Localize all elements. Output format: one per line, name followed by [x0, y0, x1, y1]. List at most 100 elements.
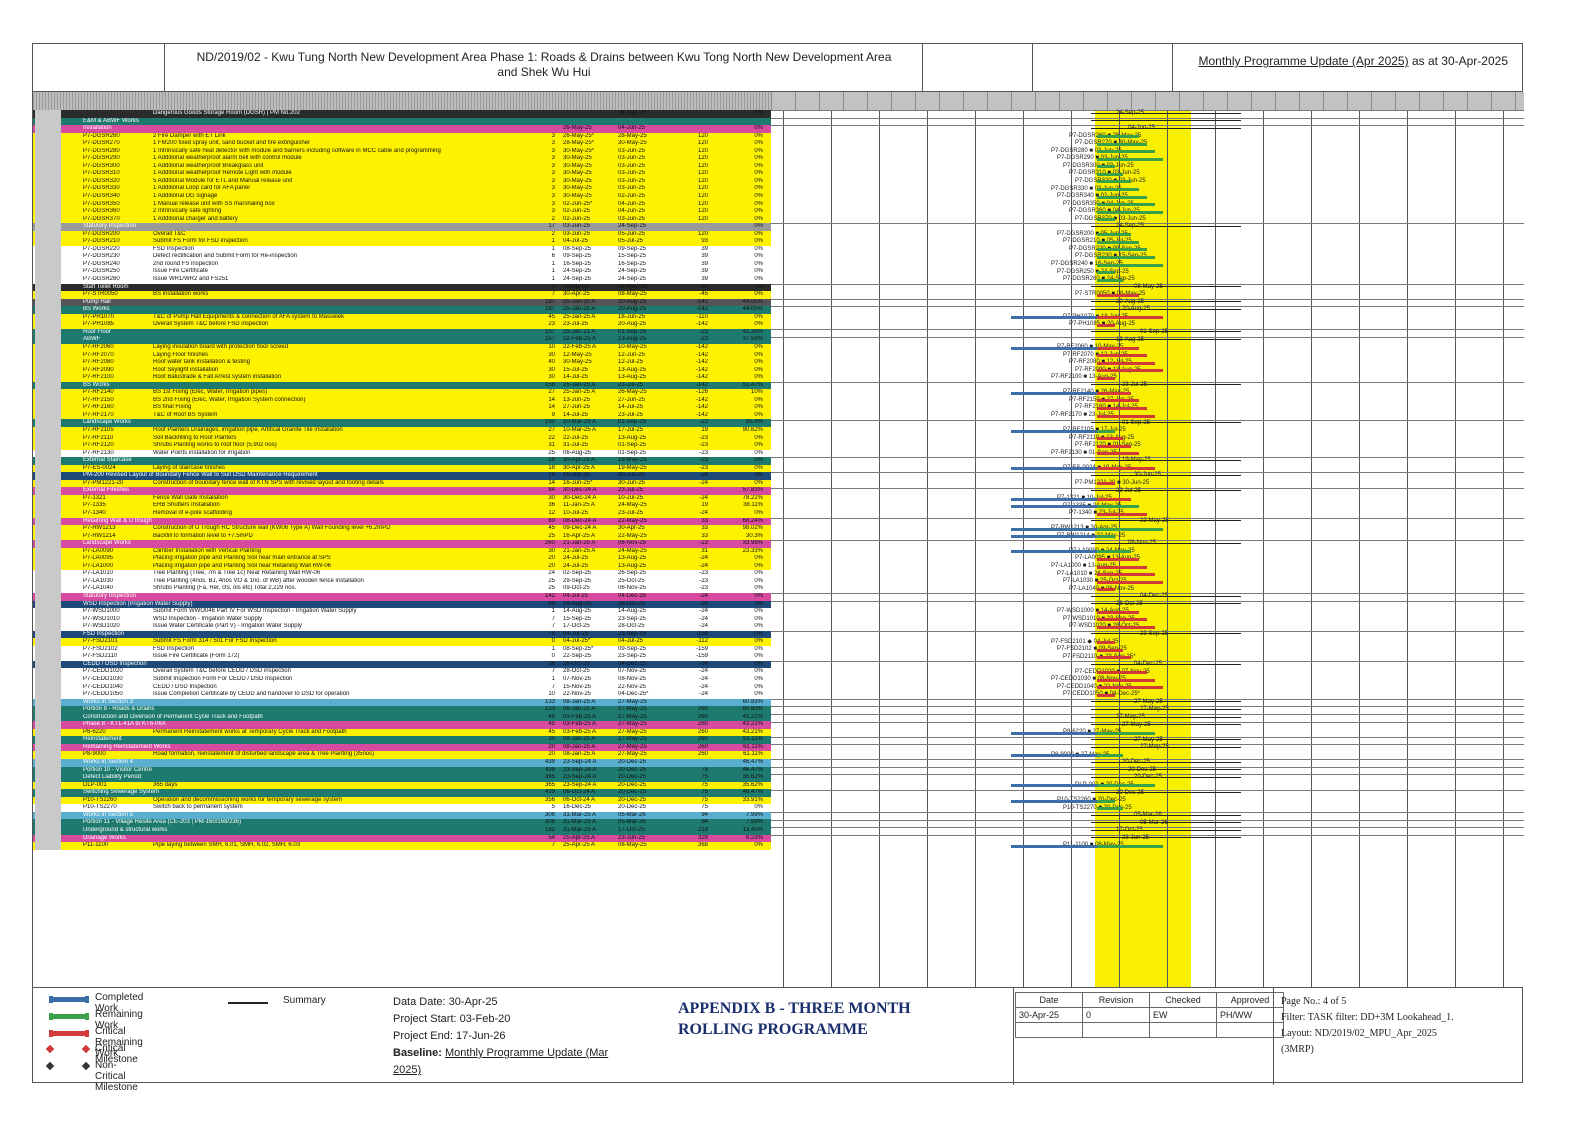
table-row[interactable]: P7-DGSR260 Issue WR1/WR2 and FS251 1 24-Sep…: [33, 276, 771, 284]
table-row[interactable]: P7-RF2140 BS 1st Fixing (Elec, Water, Irr…: [33, 389, 771, 397]
wbs-group-row[interactable]: External Staircase 18 30-Apr-25 A 19-May-25…: [33, 457, 771, 465]
wbs-group-row[interactable]: Landscape Works 150 10-Mar-25 A 01-Sep-25 -2…: [33, 419, 771, 427]
table-row[interactable]: P7-DGSR310 1 Additional weatherproof Remo…: [33, 170, 771, 178]
table-row[interactable]: P7-CEDD1050 Issue Completion Certificate …: [33, 691, 771, 699]
table-row[interactable]: P7-RF2060 Laying insulation board with pr…: [33, 343, 771, 352]
table-row[interactable]: P7-DGSR260 2 Fire Damper with ET Link 3 26-…: [33, 132, 771, 141]
table-row[interactable]: P7-WSD1010 WSD Inspection - Irrigation Wa…: [33, 615, 771, 624]
table-row[interactable]: P7-RF2110 Soil Backfilling to Roof Plante…: [33, 434, 771, 443]
update-link[interactable]: Monthly Programme Update (Apr 2025): [1199, 54, 1409, 68]
table-row[interactable]: P7-LA0095 Placing irrigation pipe and Pla…: [33, 555, 771, 563]
wbs-group-row[interactable]: CEDD / DSD Inspection 36 28-Oct-25 04-Dec-2…: [33, 660, 771, 669]
table-row[interactable]: P7-RW1214 Backfill to formation level to …: [33, 532, 771, 541]
table-row[interactable]: P7-FSD2101 Submit FS Form 314 / 501 For F…: [33, 638, 771, 646]
wbs-group-row[interactable]: Statutory Inspection 17 03-Jun-25 24-Sep-25…: [33, 223, 771, 231]
wbs-group-row[interactable]: FSD Inspection 78 04-Jul-25 23-Sep-25 -159 0%: [33, 630, 771, 639]
table-row[interactable]: P7-RF2105 Roof Planters Drainages, irriga…: [33, 426, 771, 435]
table-row[interactable]: P7-RF2090 Roof Skylight installation 30 15-…: [33, 366, 771, 375]
wbs-group-row[interactable]: Construction and Diversion of Permanent …: [33, 713, 771, 722]
table-row[interactable]: P7-LA1000 Placing irrigation pipe and Pla…: [33, 562, 771, 571]
table-row[interactable]: P7-DGSR240 2nd round FS inspection 1 16-Sep…: [33, 260, 771, 269]
wbs-group-row[interactable]: Reinstatement 20 08-Jan-25 A 27-May-25 260 61…: [33, 736, 771, 744]
table-row[interactable]: P7-FSD2102 FSD Inspection 1 08-Sep-25* 09-Se…: [33, 645, 771, 654]
table-row[interactable]: P8-6220 Permanent Reinstatement works at …: [33, 728, 771, 737]
table-row[interactable]: P7-1321 Fence Wall Gate Installation 30 30-…: [33, 494, 771, 503]
table-row[interactable]: P7-RF2160 BS final Fixing 14 27-Jun-25 14-Ju…: [33, 404, 771, 412]
table-row[interactable]: P7-DGSR270 1 FM200 fixed spray unit, sand…: [33, 140, 771, 148]
table-row[interactable]: P7-RF2070 Laying Floor finishes 30 12-May-2…: [33, 351, 771, 360]
wbs-group-row[interactable]: BS Works 158 25-Jan-25 A 23-Jul-25 -142 51.47…: [33, 381, 771, 390]
wbs-group-row[interactable]: Switching Sewerage System 439 06-Oct-24 A 2…: [33, 789, 771, 797]
wbs-group-row[interactable]: Drainage Works 54 25-Apr-25 A 23-Jun-25 328 8…: [33, 834, 771, 843]
wbs-group-row[interactable]: Landscape Works 260 21-Jan-25 A 06-Nov-25 -2…: [33, 540, 771, 548]
table-row[interactable]: P7-DGSR350 1 Manual release unit with SS …: [33, 200, 771, 209]
table-row[interactable]: P10-TS2260 Operation and decommissioning …: [33, 796, 771, 805]
wbs-group-row[interactable]: Installation 26-May-25 04-Jun-25 0%: [33, 125, 771, 133]
wbs-group-row[interactable]: Portion 11 - Village Resite Area (CE-203…: [33, 819, 771, 827]
table-row[interactable]: P10-TS2270 Switch back to permanent syste…: [33, 804, 771, 812]
table-row[interactable]: P7-PM1221-20 Construction of boundary fen…: [33, 479, 771, 488]
wbs-group-row[interactable]: Works in Section 4 439 23-Sep-24 A 20-Dec-2…: [33, 759, 771, 767]
wbs-group-row[interactable]: WSD Inspection (Irrigation Water Supply)…: [33, 600, 771, 609]
wbs-group-row[interactable]: Staff Toilet Room 7 30-Apr-25 08-May-25 -45 0…: [33, 283, 771, 292]
table-row[interactable]: P7-RF2150 BS 2nd Fixing (Elec, Water, Irr…: [33, 396, 771, 405]
wbs-group-row[interactable]: Works in Section 3 133 08-Jan-25 A 27-May-2…: [33, 698, 771, 707]
table-row[interactable]: P11-1100 Pipe laying between SMH, 6.01, S…: [33, 842, 771, 850]
wbs-group-row[interactable]: Phase 8 - KT1-41A to KT6-06A 45 03-Feb-25 …: [33, 721, 771, 729]
table-row[interactable]: P7-CEDD1020 Overall System T&C before CED…: [33, 668, 771, 677]
table-row[interactable]: P7-RF2130 Water Points installation for i…: [33, 449, 771, 458]
wbs-group-row[interactable]: Portion 10 - Visitor Centre 439 23-Sep-24 …: [33, 766, 771, 775]
table-row[interactable]: P7-RW1213 Construction of U Trough RC Str…: [33, 525, 771, 533]
table-row[interactable]: P7-DGSR280 1 Intrinsically safe heat dete…: [33, 147, 771, 156]
table-row[interactable]: P7-WSD1000 Submit Form WWO046 Part IV For…: [33, 608, 771, 616]
wbs-group-row[interactable]: Works in Section 5 306 31-Mar-25 A 05-Mar-2…: [33, 811, 771, 820]
table-row[interactable]: P7-CEDD1040 CEDD / DSD Inspection 7 15-Nov-…: [33, 683, 771, 692]
wbs-group-row[interactable]: BS Works 187 25-Jan-25 A 20-Aug-25 -142 44.05…: [33, 306, 771, 314]
table-row[interactable]: P7-1340 Removal of e-pole scaffolding 12 10…: [33, 509, 771, 518]
table-row[interactable]: P7-DGSR200 Overall T&C 2 03-Jun-25 05-Jun-25…: [33, 230, 771, 239]
wbs-group-row[interactable]: Underground & structural works 182 31-Mar-…: [33, 826, 771, 835]
wbs-group-row[interactable]: Dangerous Goods Storage Room (DGSR) | PM…: [33, 110, 771, 118]
wbs-group-row[interactable]: PM-200 Revised Layout of Boundary Fence …: [33, 472, 771, 480]
table-row[interactable]: P7-RF2080 Roof water tank installation & …: [33, 359, 771, 367]
table-row[interactable]: P7-DGSR320 5 Additional Module for ETL an…: [33, 177, 771, 186]
wbs-group-row[interactable]: Roof Floor 157 25-Jan-21 A 01-Sep-25 -23 41.3…: [33, 328, 771, 337]
table-row[interactable]: P7-DGSR250 Issue Fire Certificate 1 24-Sep-…: [33, 268, 771, 277]
wbs-group-row[interactable]: Retaining Wall & U trough 69 08-Dec-24 A 22…: [33, 517, 771, 526]
table-row[interactable]: P7-DGSR370 1 Additional charger and batte…: [33, 215, 771, 224]
wbs-group-row[interactable]: Defect Liability Period 365 23-Sep-24 A 20-…: [33, 774, 771, 782]
gantt-critical-bar: [1097, 648, 1123, 652]
table-row[interactable]: P8-9000 Road formation, reinstatement of …: [33, 751, 771, 760]
table-row[interactable]: P7-FSD2110 Issue Fire Certificate (Form 1…: [33, 653, 771, 661]
table-row[interactable]: P7-CEDD1030 Submit Inspection Form For CE…: [33, 676, 771, 684]
table-row[interactable]: P7-LA1030 Tree Planting (4nos. BJ, 4nos V…: [33, 577, 771, 586]
wbs-group-row[interactable]: Remaining Reinstatement Works 20 08-Jan-25…: [33, 743, 771, 752]
table-row[interactable]: P7-DGSR230 Defect rectification and Submi…: [33, 253, 771, 261]
wbs-group-row[interactable]: Statutory Inspection 142 04-Jul-25 04-Dec-2…: [33, 593, 771, 601]
wbs-group-row[interactable]: E&M & ABWF Works: [33, 117, 771, 126]
table-row[interactable]: P7-LA0090 Climber Installation with Verti…: [33, 547, 771, 556]
table-row[interactable]: P7-1335 ERB Shutters Installation 36 11-Jan…: [33, 502, 771, 510]
table-row[interactable]: P7-DGSR220 FSD Inspection 1 08-Sep-25 09-Sep…: [33, 245, 771, 254]
table-row[interactable]: P7-DGSR290 1 Additional weatherproof alar…: [33, 155, 771, 163]
table-row[interactable]: P7-LA1010 Tree Planting (Tree, 7m & Tree …: [33, 570, 771, 578]
table-row[interactable]: P7-DGSR330 1 Additional Loop card for AFA…: [33, 185, 771, 194]
table-row[interactable]: P7-RF2170 T&C of Roof BS System 9 14-Jul-25…: [33, 411, 771, 420]
table-row[interactable]: DLP-001 365 days 365 23-Sep-24 A 20-Dec-25 75…: [33, 781, 771, 790]
wbs-group-row[interactable]: Portion 8 - Roads & Drains 133 08-Jan-25 A…: [33, 706, 771, 714]
table-row[interactable]: P7-DGSR210 Submit FS Form for FSD inspect…: [33, 238, 771, 246]
table-row[interactable]: P7-WSD1020 Issue Water Certificate (Part …: [33, 623, 771, 631]
table-row[interactable]: P7-DGSR300 1 Additional weatherproof Brea…: [33, 162, 771, 171]
table-row[interactable]: P7-DGSR340 1 Additional DG signage 3 30-May…: [33, 193, 771, 201]
wbs-group-row[interactable]: External Finishes 84 30-Dec-24 A 23-Jul-25 5…: [33, 487, 771, 495]
table-row[interactable]: P7-LA1040 Shrubs Planting (Fa, Rer, cts, …: [33, 585, 771, 593]
table-row[interactable]: P7-PH1070 T&C of Pump Hall Equipments & c…: [33, 313, 771, 322]
wbs-group-row[interactable]: ABWF 157 22-Feb-25 A 13-Aug-25 -23 37.59%: [33, 336, 771, 344]
table-row[interactable]: P7-RF2100 Roof Balustrade & Fall Arrest s…: [33, 374, 771, 382]
table-row[interactable]: P7-ES-0024 Laying of staircase finishes 18…: [33, 464, 771, 473]
table-row[interactable]: P7-DGSR360 2 Intrinsically safe lighting 3…: [33, 208, 771, 216]
table-row[interactable]: P7-STR0050 BS installation works 7 30-Apr-2…: [33, 291, 771, 299]
table-row[interactable]: P7-PH1085 Overall System T&C before FSD i…: [33, 321, 771, 329]
table-row[interactable]: P7-RF2120 Shrubs Planting works to roof f…: [33, 442, 771, 450]
wbs-group-row[interactable]: Pump Hall 187 25-Jan-25 A 20-Aug-25 -142 44.0…: [33, 298, 771, 307]
